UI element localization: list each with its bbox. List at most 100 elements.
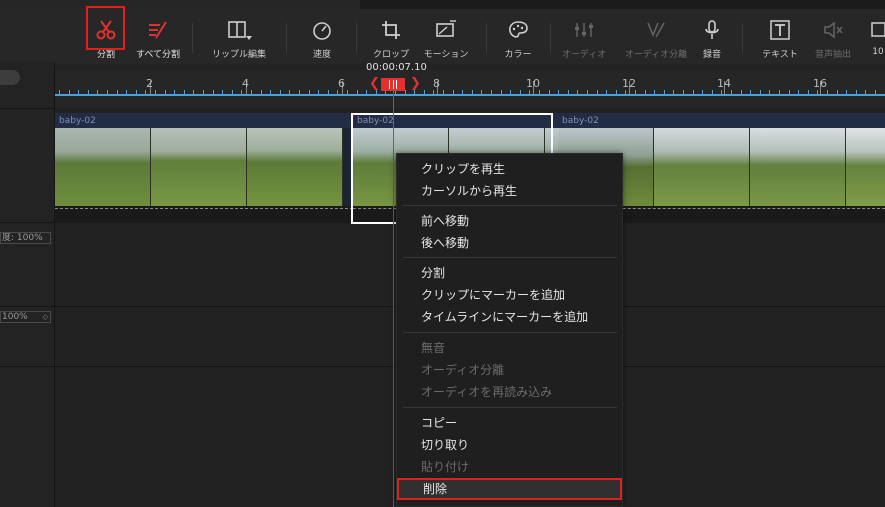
text-button[interactable]: テキスト bbox=[756, 9, 804, 64]
ruler-minor-tick bbox=[606, 90, 607, 94]
ruler-minor-tick bbox=[827, 90, 828, 94]
ruler-minor-tick bbox=[443, 90, 444, 94]
voice-extract-button[interactable]: 音声抽出 bbox=[808, 9, 858, 64]
video-speed-field[interactable]: 度: 100% bbox=[0, 232, 51, 244]
ruler-label: 10 bbox=[526, 77, 540, 90]
ruler-minor-tick bbox=[347, 90, 348, 94]
audio-button[interactable]: オーディオ bbox=[558, 9, 610, 64]
split-all-label: すべて分割 bbox=[135, 50, 180, 60]
ruler-minor-tick bbox=[203, 90, 204, 94]
ruler-minor-tick bbox=[59, 90, 60, 94]
track-header-panel bbox=[0, 62, 55, 507]
color-button[interactable]: カラー bbox=[498, 9, 538, 64]
record-button[interactable]: 録音 bbox=[697, 9, 727, 64]
playhead-right-arrow-icon[interactable]: ❯ bbox=[410, 76, 421, 91]
menu-split[interactable]: 分割 bbox=[397, 262, 622, 284]
ruler-minor-tick bbox=[625, 90, 626, 94]
ruler-minor-tick bbox=[654, 90, 655, 94]
clip-name: baby-02 bbox=[562, 116, 599, 126]
ruler-minor-tick bbox=[865, 90, 866, 94]
crop-icon bbox=[378, 18, 404, 42]
menu-add-clip-marker[interactable]: クリップにマーカーを追加 bbox=[397, 284, 622, 306]
more-button[interactable]: 10 bbox=[868, 9, 885, 64]
ruler-minor-tick bbox=[117, 90, 118, 94]
ruler-label: 16 bbox=[813, 77, 827, 90]
motion-label: モーション bbox=[423, 50, 469, 60]
menu-move-backward[interactable]: 後へ移動 bbox=[397, 232, 622, 254]
crop-label: クロップ bbox=[372, 50, 409, 60]
audio-volume-field[interactable]: 100% ◇ bbox=[0, 311, 51, 323]
ruler-label: 8 bbox=[433, 77, 440, 90]
ruler-minor-tick bbox=[635, 90, 636, 94]
menu-detach-audio: オーディオ分離 bbox=[421, 363, 505, 377]
voice-extract-label: 音声抽出 bbox=[814, 50, 851, 60]
ruler-minor-tick bbox=[721, 90, 722, 94]
audio-split-button[interactable]: オーディオ分離 bbox=[618, 9, 694, 64]
ruler-minor-tick bbox=[501, 90, 502, 94]
ruler-minor-tick bbox=[88, 90, 89, 94]
ruler-minor-tick bbox=[155, 90, 156, 94]
split-button-highlight bbox=[86, 6, 125, 50]
spinner-icon[interactable]: ◇ bbox=[43, 312, 48, 322]
split-all-icon bbox=[145, 18, 171, 42]
ruler-minor-tick bbox=[539, 90, 540, 94]
menu-mute: 無音 bbox=[421, 341, 446, 355]
ruler-minor-tick bbox=[491, 90, 492, 94]
ruler-label: 14 bbox=[717, 77, 731, 90]
video-clip[interactable]: baby-02 bbox=[55, 113, 353, 223]
menu-add-timeline-marker[interactable]: タイムラインにマーカーを追加 bbox=[397, 306, 622, 328]
ruler-minor-tick bbox=[318, 90, 319, 94]
menu-play-from-cursor[interactable]: カーソルから再生 bbox=[397, 180, 622, 202]
ruler-minor-tick bbox=[577, 90, 578, 94]
playhead-left-arrow-icon[interactable]: ❮ bbox=[369, 76, 380, 91]
ruler-minor-tick bbox=[299, 90, 300, 94]
menu-play-clip[interactable]: クリップを再生 bbox=[397, 158, 622, 180]
edit-toolbar: 分割 すべて分割 リップル編集 速度 クロップ モーション カラー オーディオ … bbox=[0, 9, 885, 64]
ruler-label: 2 bbox=[146, 77, 153, 90]
split-all-button[interactable]: すべて分割 bbox=[130, 9, 186, 64]
menu-cut[interactable]: 切り取り bbox=[397, 434, 622, 456]
record-label: 録音 bbox=[702, 50, 721, 60]
ruler-minor-tick bbox=[875, 90, 876, 94]
ruler-minor-tick bbox=[472, 90, 473, 94]
ruler-minor-tick bbox=[529, 90, 530, 94]
ruler-minor-tick bbox=[241, 90, 242, 94]
timeline-ruler[interactable] bbox=[55, 70, 885, 108]
speed-button[interactable]: 速度 bbox=[302, 9, 342, 64]
ruler-minor-tick bbox=[693, 90, 694, 94]
ruler-minor-tick bbox=[251, 90, 252, 94]
ruler-minor-tick bbox=[510, 90, 511, 94]
microphone-icon bbox=[699, 18, 725, 42]
motion-button[interactable]: モーション bbox=[418, 9, 474, 64]
top-strip bbox=[0, 0, 885, 9]
ruler-baseline bbox=[55, 94, 885, 96]
snap-toggle[interactable] bbox=[0, 70, 20, 85]
ruler-minor-tick bbox=[789, 90, 790, 94]
crop-button[interactable]: クロップ bbox=[368, 9, 414, 64]
ruler-minor-tick bbox=[165, 90, 166, 94]
ruler-minor-tick bbox=[97, 90, 98, 94]
menu-copy[interactable]: コピー bbox=[397, 412, 622, 434]
ruler-minor-tick bbox=[837, 90, 838, 94]
ruler-minor-tick bbox=[270, 90, 271, 94]
ruler-minor-tick bbox=[769, 90, 770, 94]
ruler-minor-tick bbox=[213, 90, 214, 94]
ruler-minor-tick bbox=[405, 90, 406, 94]
ruler-minor-tick bbox=[616, 90, 617, 94]
ruler-minor-tick bbox=[597, 90, 598, 94]
ruler-minor-tick bbox=[856, 90, 857, 94]
playhead-handle[interactable] bbox=[381, 78, 405, 91]
audio-volume-value: 100% bbox=[2, 312, 28, 322]
ruler-minor-tick bbox=[558, 90, 559, 94]
menu-delete[interactable]: 削除 bbox=[397, 478, 622, 500]
ruler-minor-tick bbox=[462, 90, 463, 94]
ruler-minor-tick bbox=[741, 90, 742, 94]
ruler-minor-tick bbox=[760, 90, 761, 94]
ruler-minor-tick bbox=[184, 90, 185, 94]
video-speed-value: 度: 100% bbox=[2, 233, 43, 243]
ripple-edit-button[interactable]: リップル編集 bbox=[206, 9, 272, 64]
ruler-minor-tick bbox=[261, 90, 262, 94]
ruler-label: 12 bbox=[622, 77, 636, 90]
menu-move-forward[interactable]: 前へ移動 bbox=[397, 210, 622, 232]
ruler-minor-tick bbox=[453, 90, 454, 94]
